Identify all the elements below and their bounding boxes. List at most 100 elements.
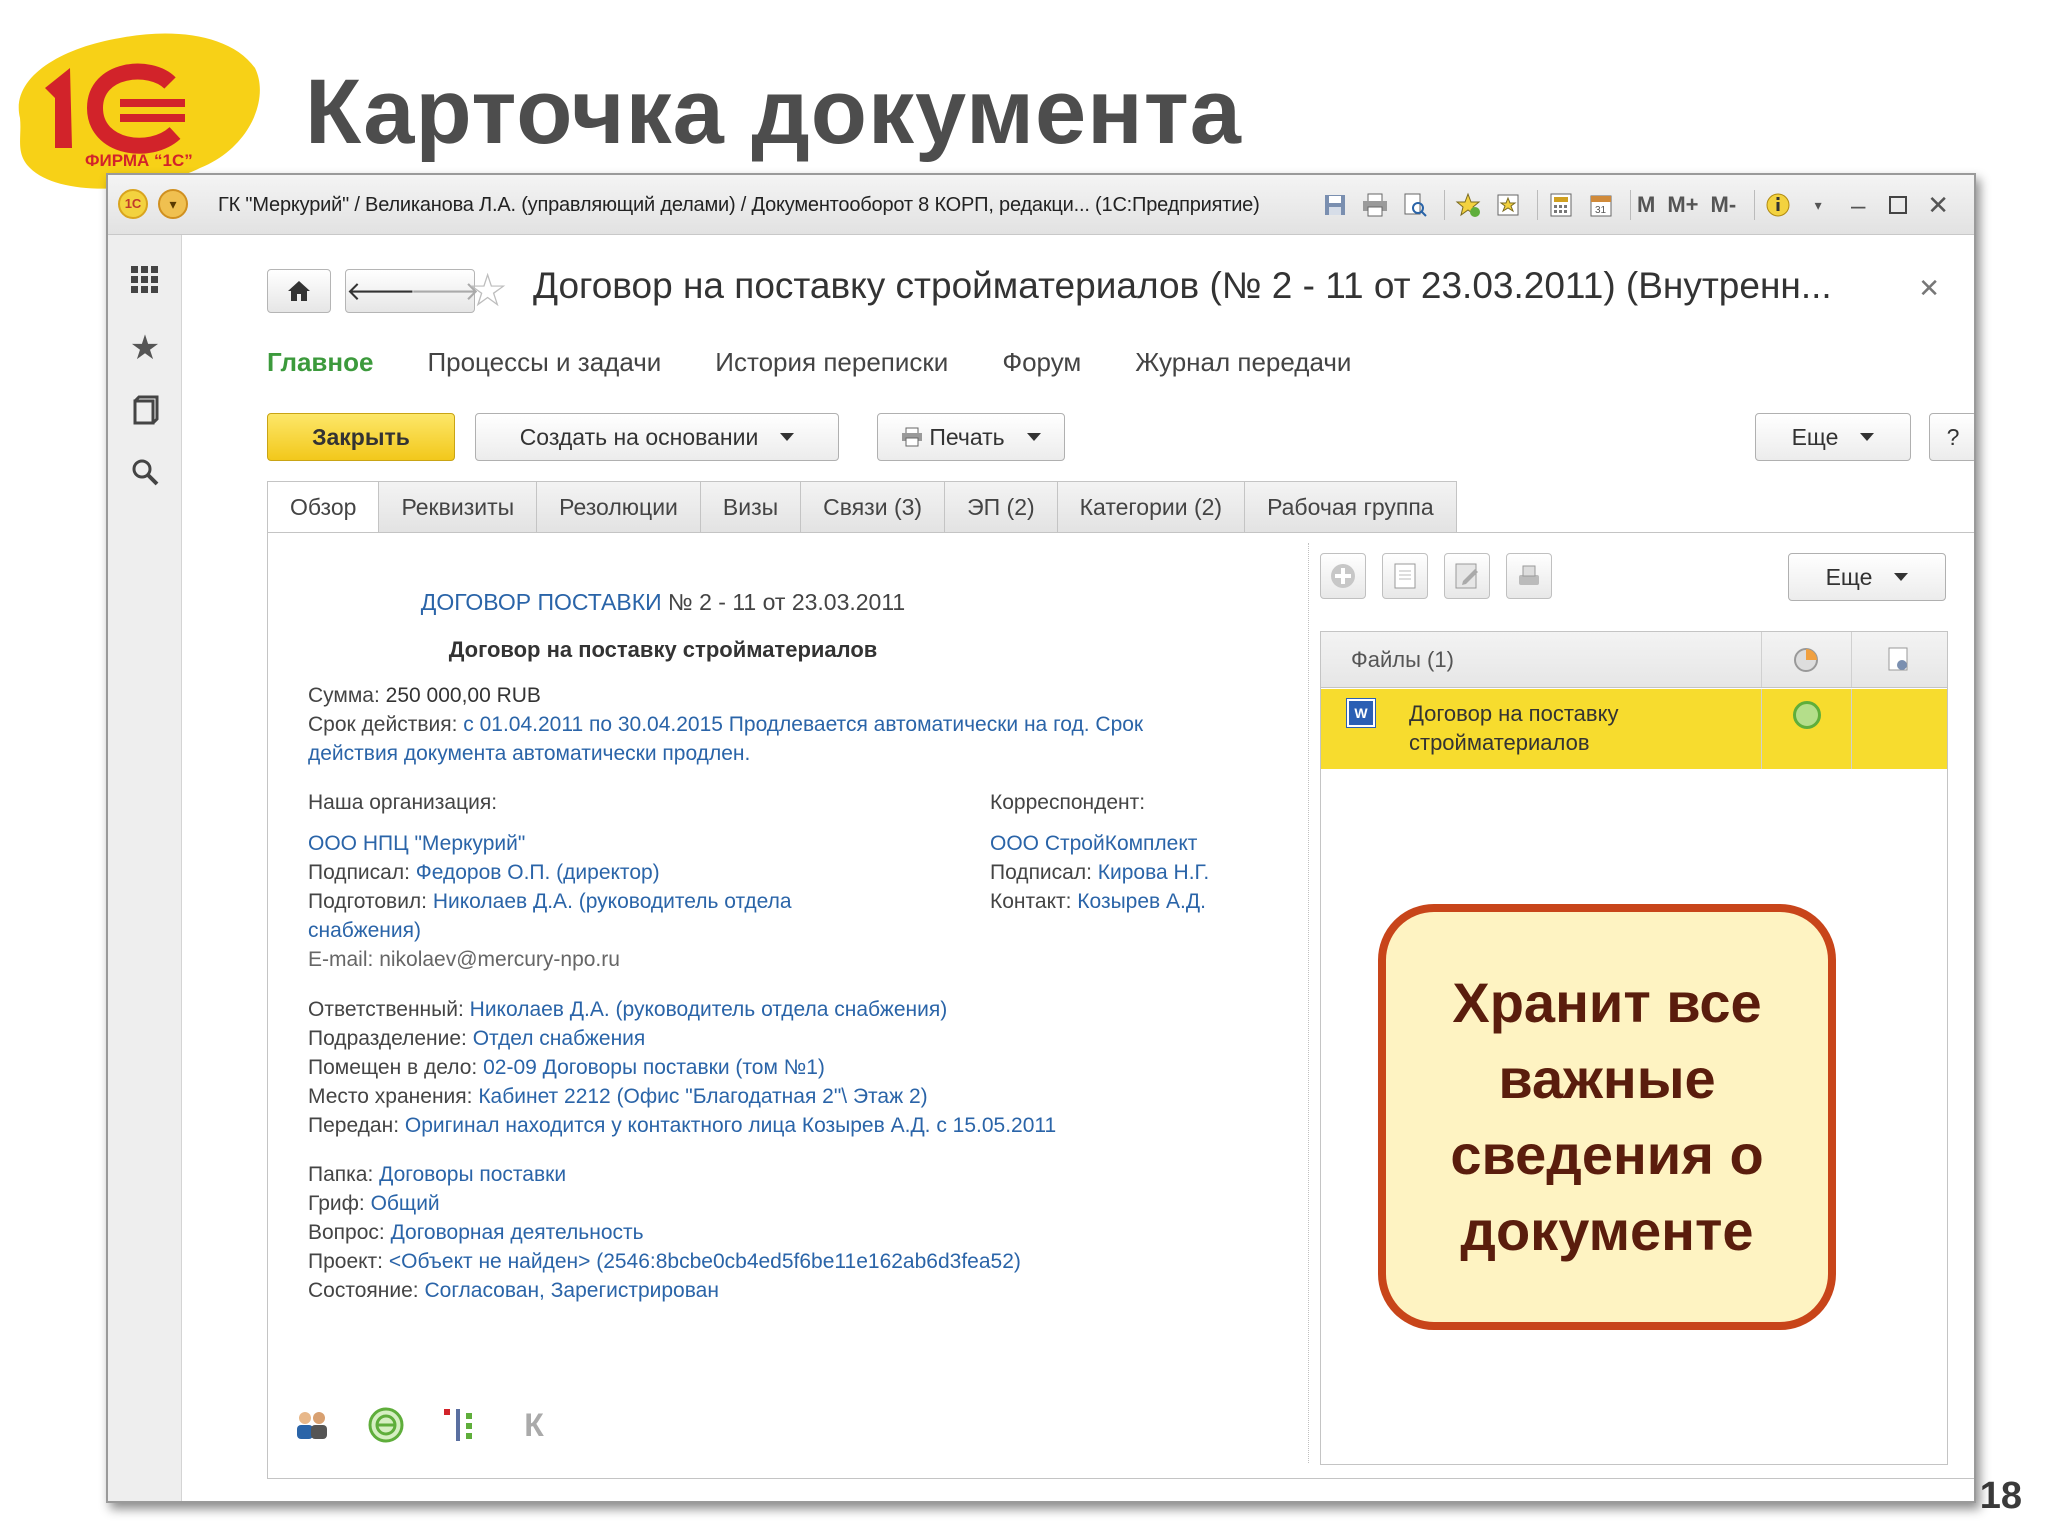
form-sections-nav: Главное Процессы и задачи История перепи…	[267, 347, 1405, 378]
tab-digital-signatures[interactable]: ЭП (2)	[945, 481, 1058, 533]
window-titlebar: 1С ▾ ГК "Меркурий" / Великанова Л.А. (уп…	[108, 175, 1974, 235]
department-line: Подразделение: Отдел снабжения	[308, 1024, 645, 1053]
calendar-icon[interactable]: 31	[1584, 188, 1618, 222]
dropdown-arrow-icon	[1860, 433, 1875, 441]
department-label: Подразделение:	[308, 1027, 473, 1050]
print-icon[interactable]	[1358, 188, 1392, 222]
main-menu-icon[interactable]: ▾	[158, 189, 188, 219]
tab-requisites[interactable]: Реквизиты	[379, 481, 538, 533]
tab-visas[interactable]: Визы	[700, 481, 802, 533]
column-divider	[1761, 632, 1762, 687]
history-icon[interactable]	[108, 385, 182, 435]
print-button[interactable]: Печать	[877, 413, 1065, 461]
stamp-link[interactable]: Общий	[371, 1192, 440, 1215]
files-column-header[interactable]: Файлы (1)	[1351, 632, 1454, 688]
files-more-button[interactable]: Еще	[1788, 553, 1946, 601]
question-link[interactable]: Договорная деятельность	[391, 1221, 644, 1244]
minimize-icon[interactable]: –	[1841, 188, 1875, 222]
our-org-link[interactable]: ООО НПЦ "Меркурий"	[308, 829, 525, 858]
apps-grid-icon[interactable]	[108, 255, 182, 305]
favorites-star-icon[interactable]: ★	[108, 323, 182, 373]
document-title: Договор на поставку стройматериалов (№ 2…	[533, 265, 1832, 306]
close-button[interactable]: Закрыть	[267, 413, 455, 461]
term-value[interactable]: с 01.04.2011 по 30.04.2015 Продлевается …	[463, 713, 1143, 736]
handed-label: Передан:	[308, 1114, 405, 1137]
create-based-on-button[interactable]: Создать на основании	[475, 413, 839, 461]
project-link[interactable]: <Объект не найден> (2546:8bcbe0cb4ed5f6b…	[389, 1250, 1021, 1273]
tab-categories[interactable]: Категории (2)	[1057, 481, 1246, 533]
contact-link[interactable]: Козырев А.Д.	[1077, 890, 1206, 913]
approval-column-icon[interactable]	[1790, 644, 1822, 676]
info-icon[interactable]	[1761, 188, 1795, 222]
home-button[interactable]	[267, 269, 331, 313]
svg-text:31: 31	[1595, 205, 1607, 216]
panel-splitter[interactable]	[1308, 543, 1309, 1463]
storage-link[interactable]: Кабинет 2212 (Офис "Благодатная 2"\ Этаж…	[478, 1085, 927, 1108]
left-sidebar: ★	[108, 235, 182, 1501]
document-tabs: Обзор Реквизиты Резолюции Визы Связи (3)…	[267, 481, 1457, 533]
close-form-icon[interactable]: ✕	[1918, 273, 1940, 304]
scan-file-icon[interactable]	[1506, 553, 1552, 599]
folder-label: Папка:	[308, 1163, 380, 1186]
files-more-label: Еще	[1825, 563, 1873, 590]
category-k-icon[interactable]: К	[510, 1401, 558, 1449]
close-window-icon[interactable]: ✕	[1921, 188, 1955, 222]
signature-column-icon[interactable]	[1883, 644, 1915, 676]
section-transfer-log[interactable]: Журнал передачи	[1135, 347, 1351, 378]
term-label: Срок действия:	[308, 713, 464, 736]
memory-plus-button[interactable]: M+	[1667, 192, 1698, 218]
responsible-link[interactable]: Николаев Д.А. (руководитель отдела снабж…	[470, 998, 948, 1021]
tab-work-group[interactable]: Рабочая группа	[1245, 481, 1457, 533]
chevron-down-icon[interactable]: ▾	[1801, 188, 1835, 222]
work-group-icon[interactable]	[288, 1401, 336, 1449]
approved-status-icon[interactable]	[362, 1401, 410, 1449]
file-row[interactable]: W Договор на поставку стройматериалов	[1321, 689, 1947, 769]
tab-links[interactable]: Связи (3)	[801, 481, 946, 533]
help-button[interactable]: ?	[1929, 413, 1974, 461]
favorite-star-icon[interactable]: ☆	[467, 267, 508, 313]
memory-m-button[interactable]: M	[1637, 192, 1655, 218]
tab-resolutions[interactable]: Резолюции	[537, 481, 701, 533]
open-file-icon[interactable]	[1382, 553, 1428, 599]
handed-line: Передан: Оригинал находится у контактног…	[308, 1111, 1056, 1140]
add-favorite-icon[interactable]	[1451, 188, 1485, 222]
state-link[interactable]: Согласован, Зарегистрирован	[424, 1279, 718, 1302]
state-label: Состояние:	[308, 1279, 425, 1302]
maximize-icon[interactable]	[1881, 188, 1915, 222]
corr-signed-link[interactable]: Кирова Н.Г.	[1098, 861, 1209, 884]
dropdown-arrow-icon	[780, 433, 795, 441]
print-preview-icon[interactable]	[1398, 188, 1432, 222]
folder-link[interactable]: Договоры поставки	[379, 1163, 566, 1186]
search-icon[interactable]	[108, 447, 182, 497]
section-processes[interactable]: Процессы и задачи	[427, 347, 661, 378]
handed-link[interactable]: Оригинал находится у контактного лица Ко…	[405, 1114, 1056, 1137]
our-signed-link[interactable]: Федоров О.П. (директор)	[416, 861, 660, 884]
save-icon[interactable]	[1318, 188, 1352, 222]
prepared-link[interactable]: Николаев Д.А. (руководитель отдела	[433, 890, 792, 913]
storage-line: Место хранения: Кабинет 2212 (Офис "Благ…	[308, 1082, 928, 1111]
more-actions-button[interactable]: Еще	[1755, 413, 1911, 461]
section-forum[interactable]: Форум	[1002, 347, 1081, 378]
memory-minus-button[interactable]: M-	[1711, 192, 1737, 218]
app-logo-icon[interactable]: 1С	[118, 189, 148, 219]
toolbar-separator	[1537, 190, 1538, 220]
section-correspondence[interactable]: История переписки	[715, 347, 948, 378]
add-file-icon[interactable]	[1320, 553, 1366, 599]
calculator-icon[interactable]	[1544, 188, 1578, 222]
correspondent-label: Корреспондент:	[990, 791, 1146, 814]
edit-file-icon[interactable]	[1444, 553, 1490, 599]
tab-overview[interactable]: Обзор	[267, 481, 380, 533]
favorites-icon[interactable]	[1491, 188, 1525, 222]
case-link[interactable]: 02-09 Договоры поставки (том №1)	[483, 1056, 825, 1079]
department-link[interactable]: Отдел снабжения	[473, 1027, 646, 1050]
responsible-label: Ответственный:	[308, 998, 470, 1021]
correspondent-link[interactable]: ООО СтройКомплект	[990, 829, 1197, 858]
back-arrow-icon[interactable]: 🡐	[346, 276, 416, 307]
prepared-link-cont[interactable]: снабжения)	[308, 916, 421, 945]
process-tree-icon[interactable]	[436, 1401, 484, 1449]
term-value-cont[interactable]: действия документа автоматически продлен…	[308, 739, 750, 768]
forward-arrow-icon[interactable]: 🡒	[410, 276, 480, 307]
section-main[interactable]: Главное	[267, 347, 373, 378]
document-kind-link[interactable]: ДОГОВОР ПОСТАВКИ	[421, 589, 662, 615]
titlebar-toolbar: 31 M M+ M- ▾ – ✕	[1318, 185, 1961, 225]
